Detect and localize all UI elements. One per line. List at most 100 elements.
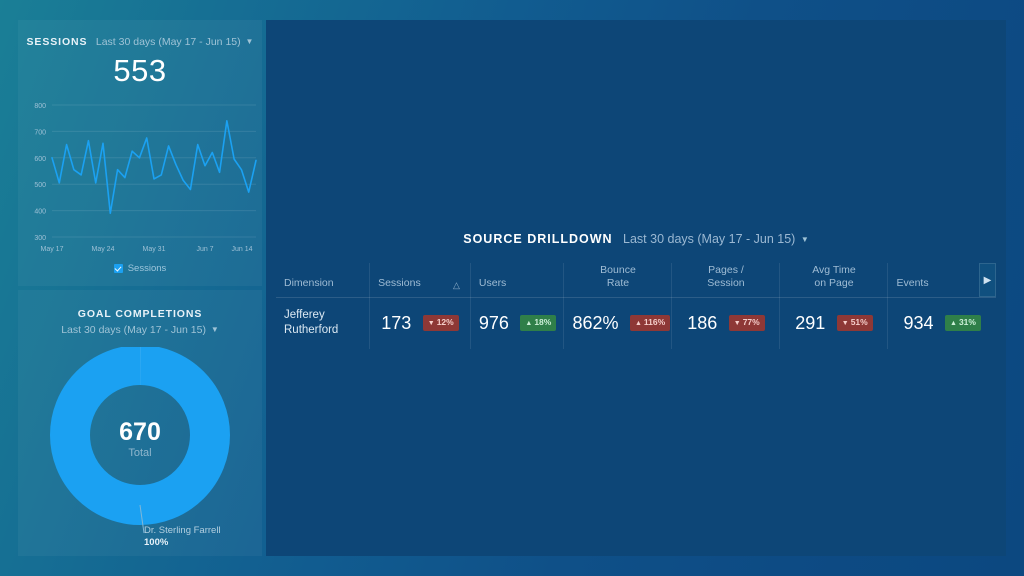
drilldown-date-range-label: Last 30 days (May 17 - Jun 15) (623, 232, 796, 246)
sessions-chart-svg: 300 400 500 600 700 800 May 17 May 24 May 31 Jun… (34, 103, 257, 253)
chart-x-axis-labels: May 17 May 24 May 31 Jun 7 Jun 14 (41, 246, 253, 253)
cell-events-delta-value: 31% (958, 317, 976, 328)
sessions-card-title: SESSIONS (26, 36, 88, 48)
svg-text:Jun 7: Jun 7 (196, 246, 213, 253)
svg-text:800: 800 (34, 103, 46, 110)
goal-date-range-label: Last 30 days (May 17 - Jun 15) (61, 324, 206, 337)
svg-text:May 17: May 17 (41, 246, 64, 253)
sessions-total-value: 553 (113, 53, 167, 88)
arrow-up-icon: ▲ (634, 320, 642, 328)
column-header-dimension[interactable]: Dimension (276, 263, 371, 298)
cell-avg-time-on-page: 291 ▼ 51% (779, 297, 889, 349)
cell-events: 934 ▲ 31% (888, 297, 996, 349)
cell-users-delta: ▲ 18% (520, 315, 557, 331)
cell-sessions: 173 ▼ 12% (369, 297, 471, 349)
svg-text:300: 300 (34, 235, 46, 242)
donut-callout-percentage: 100% (144, 537, 169, 549)
cell-dimension: Jefferey Rutherford (276, 297, 371, 349)
column-header-events-label: Events (896, 276, 929, 289)
column-header-users-label: Users (478, 276, 507, 289)
sessions-legend-label: Sessions (127, 262, 167, 274)
column-header-pages-session-line1: Pages / (708, 264, 744, 277)
cell-bounce-rate-value: 862% (572, 312, 619, 333)
arrow-down-icon: ▼ (427, 320, 435, 328)
sessions-legend[interactable]: Sessions (18, 263, 262, 274)
sort-ascending-icon[interactable]: △ (453, 280, 460, 291)
cell-pages-session-value: 186 (687, 312, 718, 333)
cell-pages-session-delta: ▼ 77% (728, 315, 765, 331)
sessions-series-line (51, 119, 257, 214)
svg-text:May 31: May 31 (143, 246, 166, 253)
drilldown-date-range-selector[interactable]: Last 30 days (May 17 - Jun 15) ▼ (623, 232, 809, 246)
table-row[interactable]: Jefferey Rutherford 173 ▼12% 976 ▲18% (276, 297, 996, 349)
column-header-bounce-rate-line1: Bounce (600, 264, 636, 277)
column-header-pages-session-line2: Session (707, 276, 745, 289)
column-header-avg-time-on-page[interactable]: Avg Time on Page (779, 263, 889, 298)
cell-users-delta-value: 18% (534, 317, 552, 328)
donut-callout: Dr. Sterling Farrell 100% (144, 525, 221, 551)
goal-date-range-selector[interactable]: Last 30 days (May 17 - Jun 15) ▼ (18, 322, 262, 338)
cell-bounce-rate: 862% ▲ 116% (563, 297, 673, 349)
donut-callout-name: Dr. Sterling Farrell (144, 524, 221, 536)
svg-text:600: 600 (34, 156, 46, 163)
source-drilldown-panel: SOURCE DRILLDOWN Last 30 days (May 17 - … (266, 20, 1006, 556)
column-header-avg-time-line2: on Page (814, 276, 854, 289)
drilldown-table-container: Dimension Sessions △ Users Bounce Rate P (276, 263, 996, 349)
cell-events-delta: ▲ 31% (945, 315, 981, 331)
chevron-down-icon: ▼ (210, 325, 219, 335)
goal-donut-chart[interactable]: 670 Total Dr. Sterling Farrell 100% (18, 344, 262, 548)
goal-donut-svg (50, 344, 230, 533)
left-column: SESSIONS Last 30 days (May 17 - Jun 15) … (18, 20, 262, 556)
cell-events-value: 934 (903, 312, 934, 333)
table-header-row: Dimension Sessions △ Users Bounce Rate P (276, 263, 996, 298)
arrow-down-icon: ▼ (841, 320, 849, 328)
drilldown-title: SOURCE DRILLDOWN (463, 232, 613, 246)
goal-completions-card: GOAL COMPLETIONS Last 30 days (May 17 - … (18, 290, 262, 556)
sessions-legend-checkbox[interactable] (113, 263, 123, 273)
column-header-bounce-rate-line2: Rate (606, 276, 630, 289)
sessions-line-chart[interactable]: 300 400 500 600 700 800 May 17 May 24 May 31 Jun… (18, 97, 262, 259)
cell-sessions-value: 173 (381, 312, 412, 333)
svg-text:400: 400 (34, 208, 46, 215)
chevron-down-icon: ▼ (800, 235, 809, 244)
column-header-sessions[interactable]: Sessions △ (369, 263, 471, 298)
goal-card-header: GOAL COMPLETIONS Last 30 days (May 17 - … (18, 302, 262, 339)
arrow-up-icon: ▲ (950, 320, 957, 328)
sessions-card: SESSIONS Last 30 days (May 17 - Jun 15) … (18, 20, 262, 286)
chevron-down-icon: ▼ (245, 37, 254, 46)
cell-users: 976 ▲ 18% (470, 297, 565, 349)
cell-dimension-line1: Jefferey (284, 308, 325, 321)
arrow-down-icon: ▼ (733, 320, 741, 328)
cell-dimension-line2: Rutherford (284, 324, 339, 337)
svg-text:Jun 14: Jun 14 (231, 246, 252, 253)
svg-text:700: 700 (34, 129, 46, 136)
cell-sessions-delta: ▼ 12% (422, 315, 459, 331)
cell-pages-session-delta-value: 77% (742, 317, 760, 328)
cell-users-value: 976 (478, 312, 509, 333)
table-scroll-right-button[interactable]: ▶ (979, 263, 996, 297)
goal-card-title: GOAL COMPLETIONS (77, 308, 203, 320)
column-header-sessions-label: Sessions (378, 276, 421, 289)
chart-y-axis-labels: 300 400 500 600 700 800 (34, 103, 46, 242)
svg-text:May 24: May 24 (92, 246, 115, 253)
sessions-date-range-label: Last 30 days (May 17 - Jun 15) (95, 36, 241, 48)
column-header-bounce-rate[interactable]: Bounce Rate (563, 263, 673, 298)
column-header-dimension-label: Dimension (284, 276, 334, 289)
sessions-date-range-selector[interactable]: Last 30 days (May 17 - Jun 15) ▼ (96, 36, 254, 48)
cell-pages-session: 186 ▼ 77% (671, 297, 781, 349)
column-header-users[interactable]: Users (470, 263, 565, 298)
cell-bounce-rate-delta: ▲ 116% (629, 315, 671, 331)
cell-bounce-rate-delta-value: 116% (643, 317, 666, 328)
svg-text:500: 500 (34, 182, 46, 189)
drilldown-table: Dimension Sessions △ Users Bounce Rate P (276, 263, 996, 349)
chevron-right-icon: ▶ (983, 274, 992, 286)
cell-avg-time-value: 291 (795, 312, 826, 333)
drilldown-header: SOURCE DRILLDOWN Last 30 days (May 17 - … (266, 230, 1006, 248)
sessions-card-header: SESSIONS Last 30 days (May 17 - Jun 15) … (18, 28, 262, 50)
arrow-up-icon: ▲ (525, 320, 533, 328)
cell-avg-time-delta: ▼ 51% (836, 315, 873, 331)
donut-slice-dr-sterling-farrell[interactable] (50, 344, 230, 525)
column-header-pages-session[interactable]: Pages / Session (671, 263, 781, 298)
column-header-avg-time-line1: Avg Time (812, 264, 856, 277)
cell-avg-time-delta-value: 51% (850, 317, 868, 328)
